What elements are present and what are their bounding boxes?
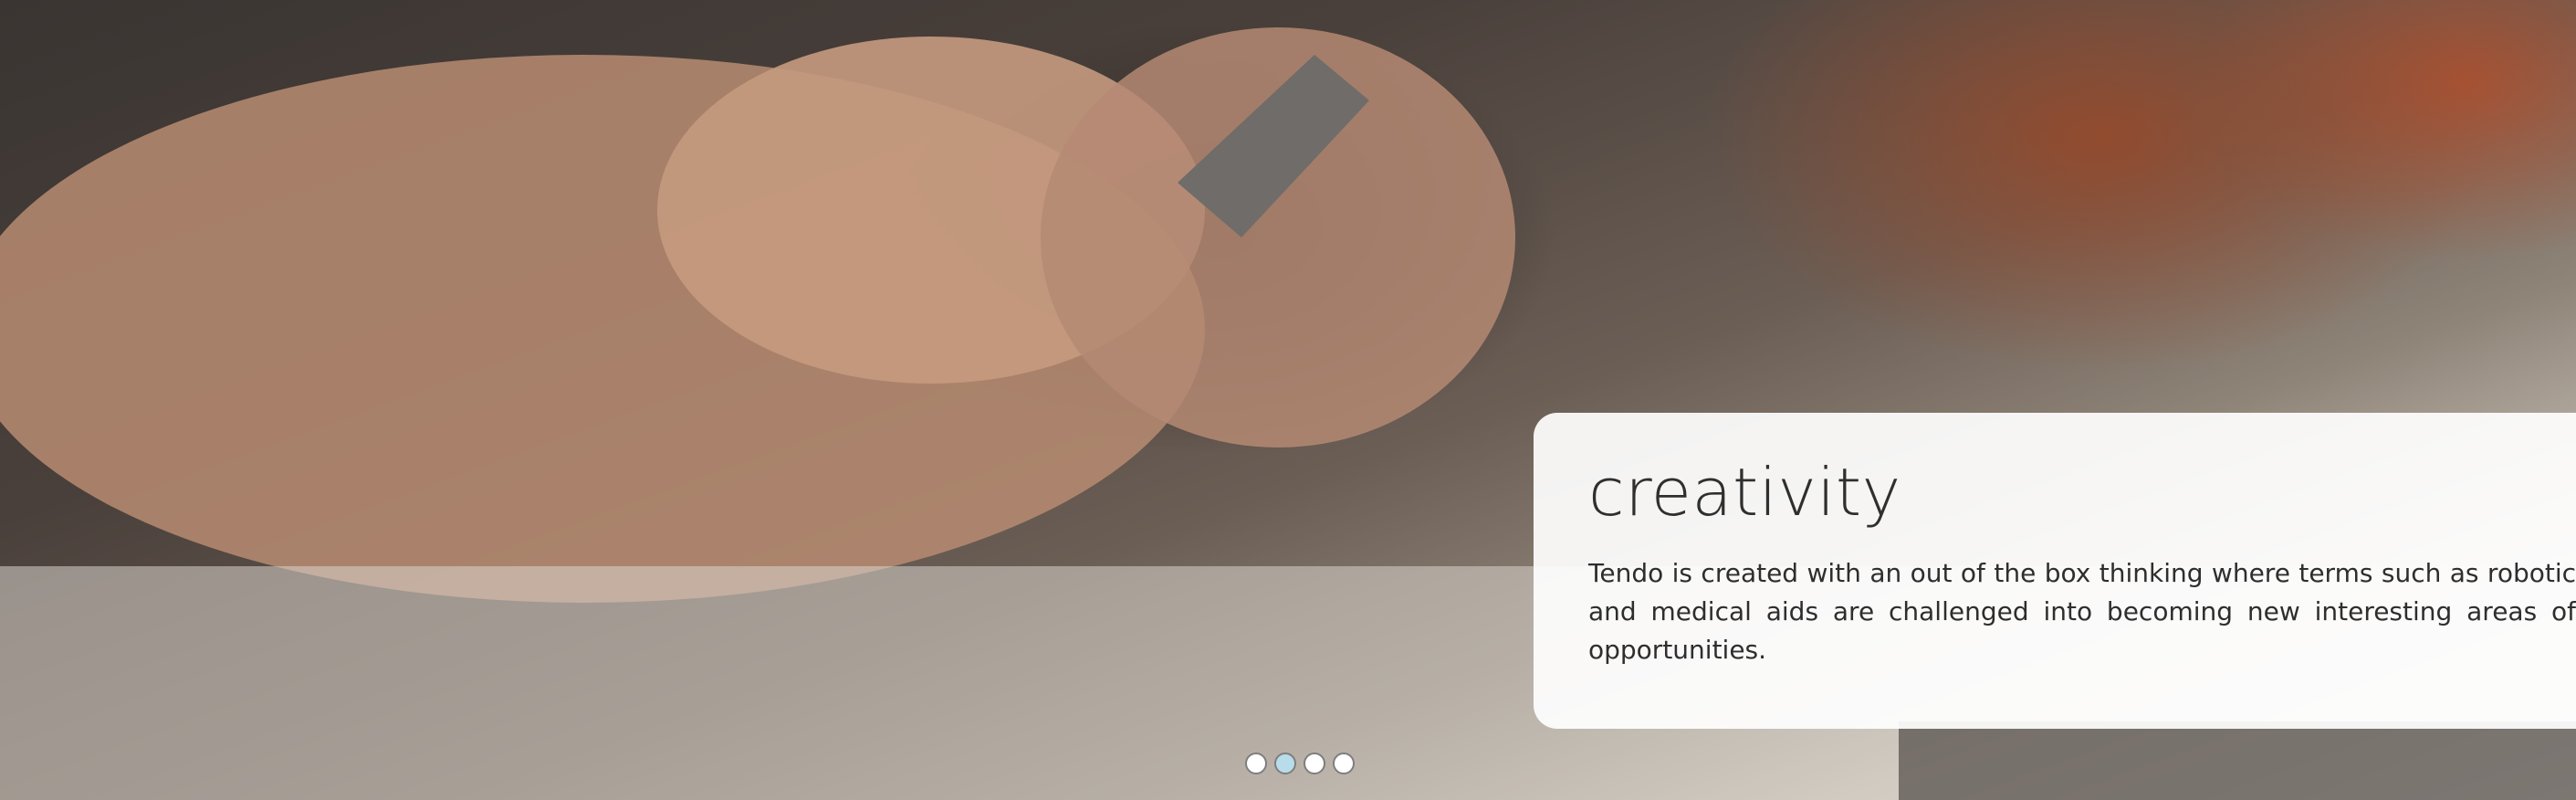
hero-carousel: creativity Tendo is created with an out …: [0, 0, 2576, 800]
breadboard-shape: [1899, 721, 2576, 800]
carousel-indicator-2[interactable]: [1274, 753, 1296, 774]
carousel-indicator-4[interactable]: [1333, 753, 1355, 774]
carousel-indicator-1[interactable]: [1245, 753, 1267, 774]
carousel-indicators: [1245, 753, 1355, 774]
carousel-indicator-3[interactable]: [1304, 753, 1325, 774]
slide-description: Tendo is created with an out of the box …: [1588, 558, 2576, 666]
slide-title: creativity: [1588, 454, 1901, 531]
slide-caption: creativity Tendo is created with an out …: [1534, 413, 2576, 729]
